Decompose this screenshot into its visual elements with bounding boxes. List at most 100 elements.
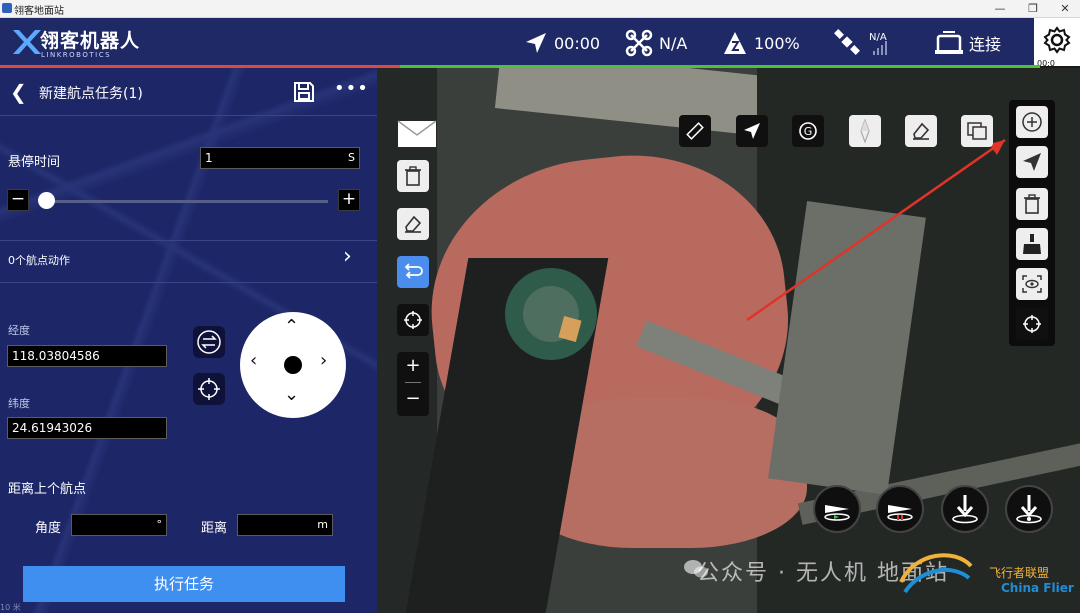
locate-button[interactable]: [193, 373, 225, 405]
slider-knob[interactable]: [38, 192, 55, 209]
app-icon: [2, 3, 12, 13]
drone-icon: [625, 29, 653, 57]
panel-header: ❮ 新建航点任务(1) •••: [0, 68, 377, 116]
landing-icon: [952, 495, 978, 524]
remote-controller-icon: [935, 31, 963, 54]
slider-increase-button[interactable]: +: [338, 189, 360, 211]
back-button[interactable]: ❮: [10, 80, 27, 104]
pause-flight-icon: [887, 505, 913, 521]
takeoff-icon: [824, 505, 850, 521]
eraser-icon: [405, 215, 422, 233]
add-circle-icon: [1022, 112, 1042, 132]
zoom-out-button[interactable]: −: [397, 385, 429, 413]
crosshair-icon: [404, 311, 422, 329]
locate-map-button[interactable]: [397, 304, 429, 336]
latitude-value: 24.61943026: [12, 421, 93, 435]
waypoint-actions-label[interactable]: 0个航点动作: [8, 252, 70, 268]
longitude-label: 经度: [8, 324, 30, 337]
window-titlebar: 翎客地面站 — ❐ ✕: [0, 0, 1080, 18]
return-home-icon: [1016, 495, 1042, 524]
hover-time-input[interactable]: 1 S: [200, 147, 360, 169]
angle-unit: °: [156, 518, 163, 531]
linkrobotics-logo-icon: [13, 30, 41, 54]
gps-mode-button[interactable]: G: [792, 115, 824, 147]
arrow-down-icon[interactable]: ⌄: [284, 384, 299, 405]
zoom-in-button[interactable]: +: [397, 352, 429, 380]
minimize-button[interactable]: —: [985, 0, 1015, 18]
swap-coordinates-button[interactable]: [193, 326, 225, 358]
view-focus-button[interactable]: [1016, 268, 1048, 300]
drone-mode-value: N/A: [659, 33, 688, 53]
angle-label: 角度: [35, 521, 62, 536]
swap-icon: [197, 330, 221, 354]
gear-icon: [1043, 26, 1071, 54]
navigation-arrow-icon: [526, 33, 546, 53]
land-button[interactable]: [941, 485, 989, 533]
angle-input[interactable]: °: [71, 514, 167, 536]
connection-status[interactable]: 连接: [935, 28, 1001, 58]
eraser-button[interactable]: [397, 208, 429, 240]
arrow-up-icon[interactable]: ⌃: [284, 316, 299, 337]
latitude-input[interactable]: 24.61943026: [7, 417, 167, 439]
battery-icon: [724, 32, 746, 54]
distance-label: 距离: [201, 521, 228, 536]
map-right-toolbar: [1009, 100, 1055, 346]
clear-button[interactable]: [905, 115, 937, 147]
maximize-button[interactable]: ❐: [1018, 0, 1048, 18]
zoom-control: + −: [397, 352, 429, 416]
satellite-map[interactable]: + − G 公众号 · 无人机 地面站 飞行者联盟 China Flier: [377, 68, 1080, 613]
mail-button[interactable]: [397, 118, 437, 150]
app-header: 翎客机器人 LINKROBOTICS 00:00 N/A 100% N/A 连接: [0, 18, 1080, 66]
execute-task-button[interactable]: 执行任务: [23, 566, 345, 602]
slider-decrease-button[interactable]: −: [7, 189, 29, 211]
clear-all-button[interactable]: [1016, 228, 1048, 260]
divider: [0, 240, 377, 241]
direction-pad[interactable]: ⌃ ⌄ ‹ ›: [240, 312, 346, 418]
hover-time-slider[interactable]: [40, 200, 328, 203]
divider: [0, 282, 377, 283]
latitude-label: 纬度: [8, 397, 30, 410]
trash-icon: [405, 166, 421, 186]
route-loop-icon: [404, 263, 423, 279]
save-icon[interactable]: [293, 81, 315, 103]
hover-time-value: 1: [205, 151, 213, 165]
distance-previous-label: 距离上个航点: [8, 482, 87, 497]
watermark-brand-en: China Flier: [1001, 581, 1074, 595]
arrow-right-icon[interactable]: ›: [320, 350, 327, 371]
battery-value: 100%: [754, 33, 800, 53]
direction-center-dot[interactable]: [284, 356, 302, 374]
delete-button[interactable]: [397, 160, 429, 192]
distance-input[interactable]: m: [237, 514, 333, 536]
return-home-button[interactable]: [1005, 485, 1053, 533]
trash-icon: [1024, 194, 1040, 214]
add-waypoint-button[interactable]: [1016, 106, 1048, 138]
brand-subtitle: LINKROBOTICS: [41, 51, 112, 59]
layers-icon: [967, 122, 987, 140]
eraser-icon: [913, 122, 930, 140]
brand-name: 翎客机器人: [40, 30, 141, 52]
brush-icon: [1023, 234, 1041, 254]
more-options-button[interactable]: •••: [334, 78, 369, 99]
navigation-arrow-icon: [744, 123, 760, 139]
longitude-input[interactable]: 118.03804586: [7, 345, 167, 367]
measure-button[interactable]: [679, 115, 711, 147]
fly-to-button[interactable]: [736, 115, 768, 147]
battery-status: 100%: [722, 28, 800, 58]
layers-button[interactable]: [961, 115, 993, 147]
pause-mission-button[interactable]: [876, 485, 924, 533]
close-button[interactable]: ✕: [1050, 0, 1080, 18]
svg-text:G: G: [804, 125, 813, 138]
upload-mission-button[interactable]: [1016, 146, 1048, 178]
settings-button[interactable]: 00:0: [1034, 18, 1080, 68]
crosshair-icon: [1023, 315, 1041, 333]
route-toggle-button[interactable]: [397, 256, 429, 288]
takeoff-play-button[interactable]: [813, 485, 861, 533]
compass-button[interactable]: [849, 115, 881, 147]
flight-time-status: 00:00: [524, 28, 600, 58]
delete-waypoint-button[interactable]: [1016, 188, 1048, 220]
hover-time-unit: S: [348, 151, 355, 164]
chevron-right-icon[interactable]: ›: [343, 244, 352, 269]
center-aircraft-button[interactable]: [1016, 308, 1048, 340]
arrow-left-icon[interactable]: ‹: [250, 350, 257, 371]
g-circle-icon: G: [799, 122, 817, 140]
